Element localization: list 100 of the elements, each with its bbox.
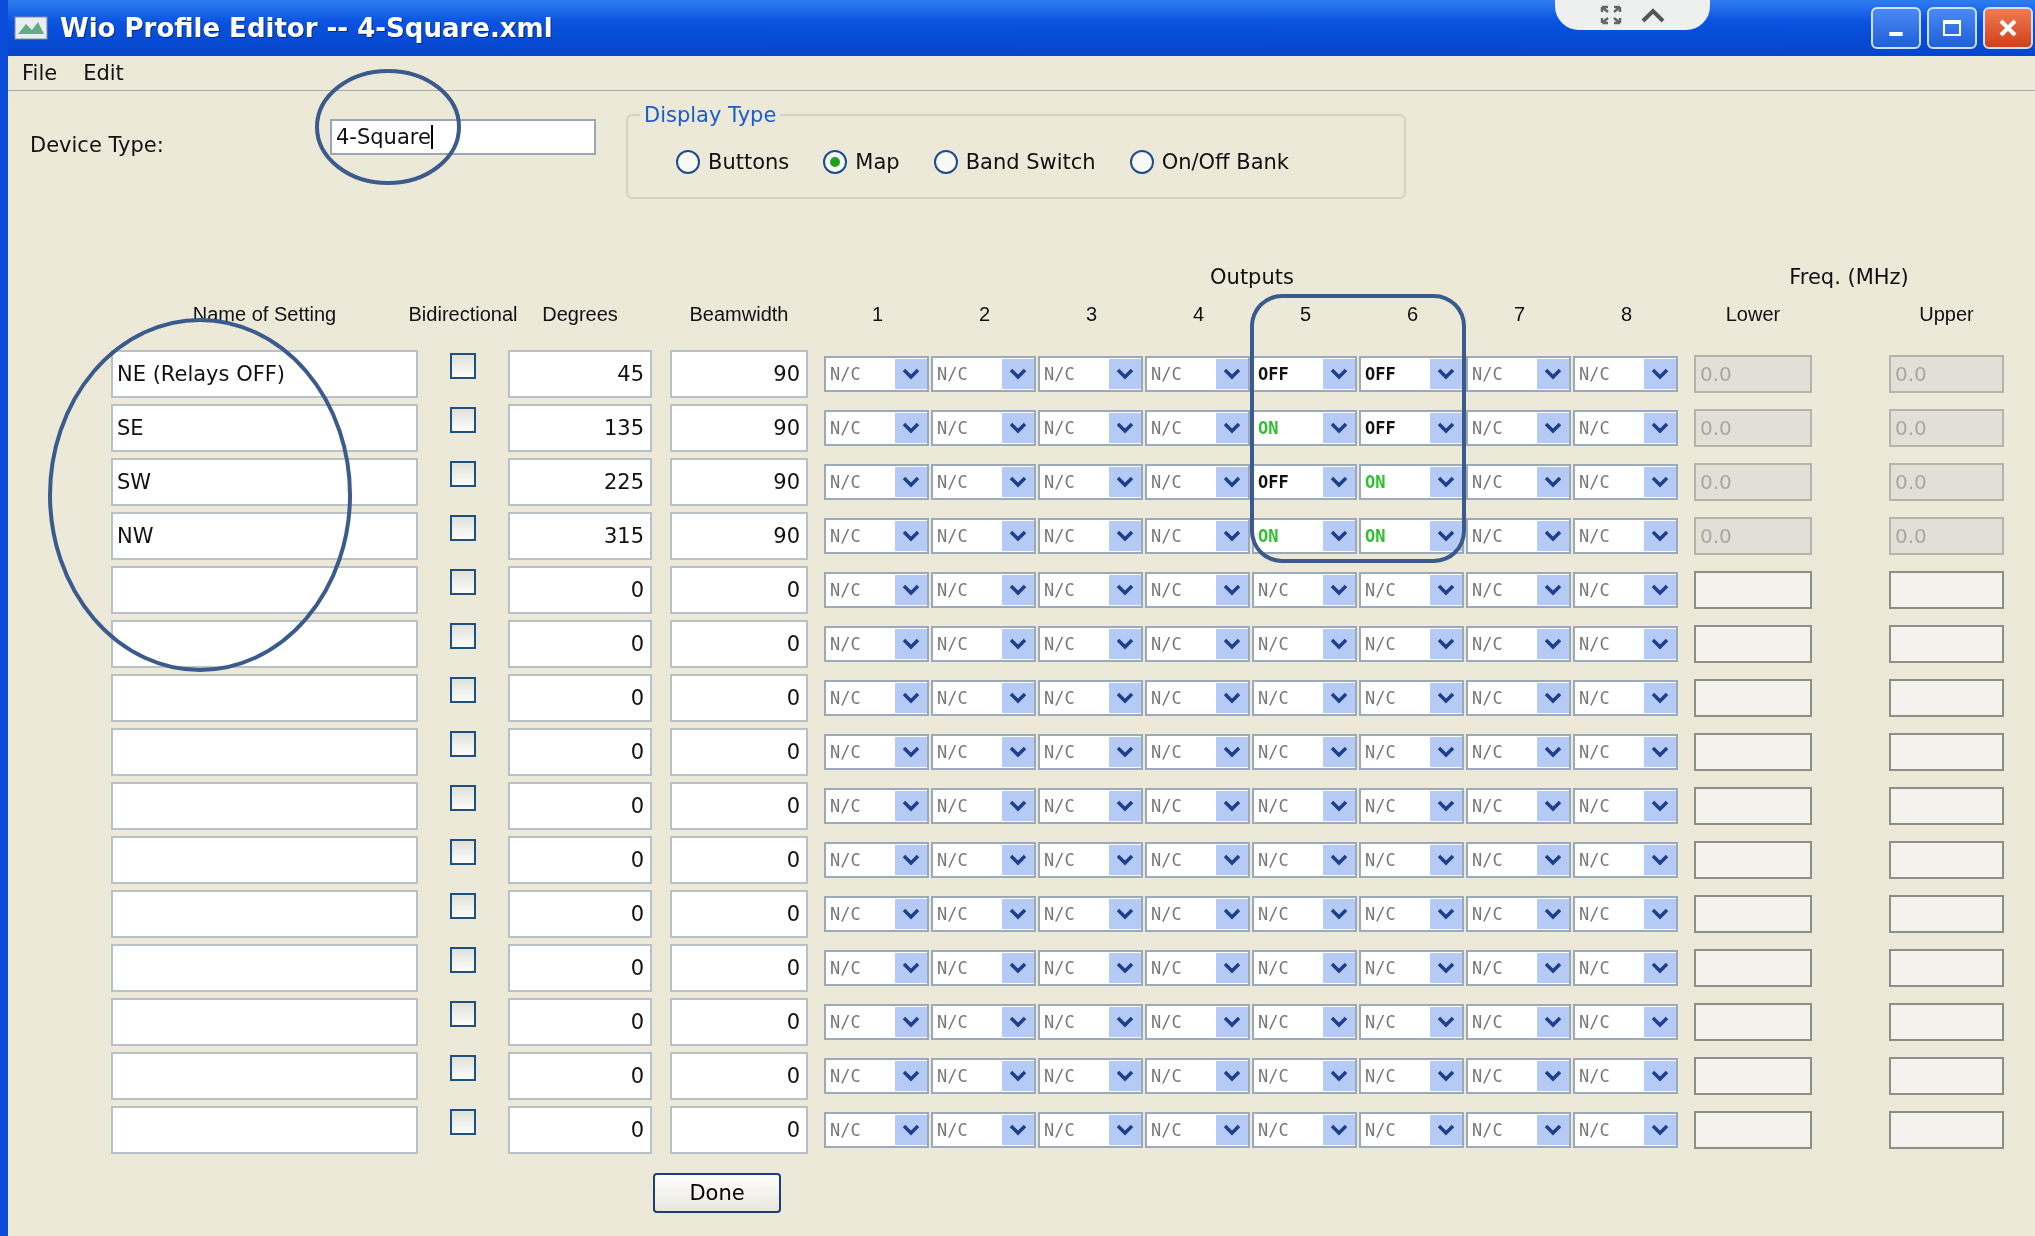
output-dropdown[interactable]: N/C [1252,1004,1357,1040]
name-field[interactable] [111,620,418,668]
output-dropdown[interactable]: N/C [1359,680,1464,716]
output-dropdown[interactable]: N/C [1145,896,1250,932]
output-dropdown[interactable]: N/C [1252,896,1357,932]
checkbox[interactable] [450,569,476,595]
output-dropdown[interactable]: N/C [1145,518,1250,554]
output-dropdown[interactable]: N/C [1466,626,1571,662]
lower-freq-field[interactable] [1694,895,1812,933]
radio-option[interactable]: Buttons [676,150,790,174]
output-dropdown[interactable]: N/C [1573,518,1678,554]
name-field[interactable] [111,728,418,776]
lower-freq-field[interactable] [1694,841,1812,879]
output-dropdown[interactable]: N/C [1252,626,1357,662]
beamwidth-field[interactable]: 0 [670,1052,808,1100]
output-dropdown[interactable]: N/C [1038,680,1143,716]
degrees-field[interactable]: 135 [508,404,652,452]
degrees-field[interactable]: 45 [508,350,652,398]
output-dropdown[interactable]: N/C [1466,680,1571,716]
output-dropdown[interactable]: N/C [1466,1058,1571,1094]
output-dropdown[interactable]: N/C [1145,788,1250,824]
lower-freq-field[interactable] [1694,625,1812,663]
lower-freq-field[interactable] [1694,571,1812,609]
minimize-button[interactable] [1871,7,1921,49]
output-dropdown[interactable]: N/C [1573,626,1678,662]
output-dropdown[interactable]: N/C [1145,572,1250,608]
menu-item[interactable]: File [22,61,58,85]
output-dropdown[interactable]: N/C [824,680,929,716]
output-dropdown[interactable]: N/C [1359,950,1464,986]
output-dropdown[interactable]: N/C [1573,734,1678,770]
output-dropdown[interactable]: N/C [1145,356,1250,392]
name-field[interactable]: SW [111,458,418,506]
output-dropdown[interactable]: N/C [931,1004,1036,1040]
radio-option[interactable]: Band Switch [933,150,1096,174]
beamwidth-field[interactable]: 0 [670,890,808,938]
degrees-field[interactable]: 0 [508,674,652,722]
output-dropdown[interactable]: N/C [824,518,929,554]
close-button[interactable] [1983,7,2033,49]
output-dropdown[interactable]: N/C [1038,464,1143,500]
beamwidth-field[interactable]: 0 [670,674,808,722]
collapse-icon[interactable] [1639,6,1666,24]
output-dropdown[interactable]: N/C [1038,1004,1143,1040]
output-dropdown[interactable]: N/C [1573,788,1678,824]
output-dropdown[interactable]: N/C [1359,1058,1464,1094]
output-dropdown[interactable]: N/C [1573,1112,1678,1148]
degrees-field[interactable]: 0 [508,998,652,1046]
beamwidth-field[interactable]: 90 [670,512,808,560]
output-dropdown[interactable]: N/C [931,1058,1036,1094]
output-dropdown[interactable]: N/C [1145,950,1250,986]
degrees-field[interactable]: 0 [508,782,652,830]
output-dropdown[interactable]: N/C [1038,1058,1143,1094]
degrees-field[interactable]: 0 [508,620,652,668]
output-dropdown[interactable]: N/C [1466,356,1571,392]
output-dropdown[interactable]: ON [1359,464,1464,500]
name-field[interactable]: SE [111,404,418,452]
output-dropdown[interactable]: N/C [1466,842,1571,878]
radio-option[interactable]: Map [823,150,900,174]
beamwidth-field[interactable]: 0 [670,944,808,992]
done-button[interactable]: Done [653,1173,781,1213]
output-dropdown[interactable]: N/C [1145,410,1250,446]
output-dropdown[interactable]: OFF [1252,356,1357,392]
beamwidth-field[interactable]: 0 [670,782,808,830]
name-field[interactable]: NW [111,512,418,560]
name-field[interactable] [111,674,418,722]
checkbox[interactable] [450,461,476,487]
degrees-field[interactable]: 0 [508,1052,652,1100]
checkbox[interactable] [450,893,476,919]
output-dropdown[interactable]: N/C [1359,734,1464,770]
output-dropdown[interactable]: N/C [931,734,1036,770]
output-dropdown[interactable]: ON [1252,410,1357,446]
output-dropdown[interactable]: N/C [931,896,1036,932]
name-field[interactable] [111,1052,418,1100]
lower-freq-field[interactable] [1694,679,1812,717]
output-dropdown[interactable]: N/C [1359,896,1464,932]
output-dropdown[interactable]: N/C [1466,950,1571,986]
output-dropdown[interactable]: N/C [1466,788,1571,824]
output-dropdown[interactable]: N/C [1573,1058,1678,1094]
name-field[interactable] [111,1106,418,1154]
lower-freq-field[interactable] [1694,1111,1812,1149]
output-dropdown[interactable]: ON [1252,518,1357,554]
upper-freq-field[interactable] [1889,733,2004,771]
output-dropdown[interactable]: N/C [824,1112,929,1148]
output-dropdown[interactable]: N/C [931,464,1036,500]
output-dropdown[interactable]: N/C [1252,572,1357,608]
checkbox[interactable] [450,839,476,865]
output-dropdown[interactable]: N/C [1359,1004,1464,1040]
name-field[interactable] [111,998,418,1046]
checkbox[interactable] [450,1001,476,1027]
output-dropdown[interactable]: N/C [1573,356,1678,392]
degrees-field[interactable]: 0 [508,728,652,776]
maximize-button[interactable] [1927,7,1977,49]
output-dropdown[interactable]: N/C [1252,734,1357,770]
output-dropdown[interactable]: N/C [1038,1112,1143,1148]
lower-freq-field[interactable] [1694,787,1812,825]
output-dropdown[interactable]: N/C [824,842,929,878]
output-dropdown[interactable]: N/C [931,572,1036,608]
lower-freq-field[interactable] [1694,1003,1812,1041]
beamwidth-field[interactable]: 0 [670,998,808,1046]
checkbox[interactable] [450,515,476,541]
degrees-field[interactable]: 315 [508,512,652,560]
